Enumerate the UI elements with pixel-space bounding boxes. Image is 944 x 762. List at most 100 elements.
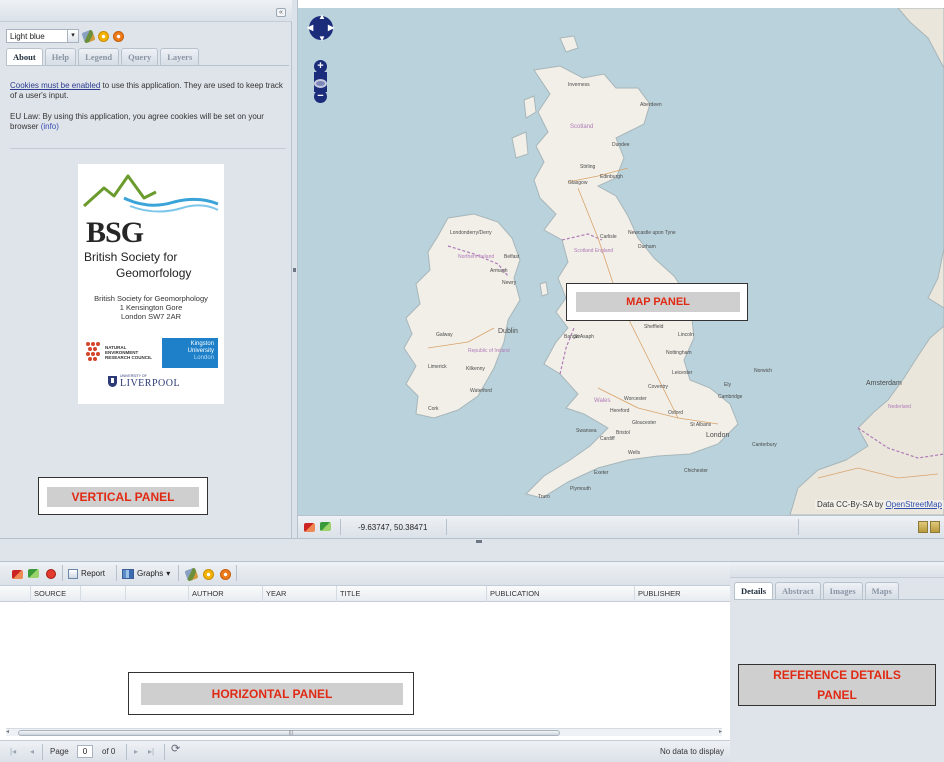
refresh-icon[interactable]	[28, 569, 39, 578]
nerc-logo: NATURAL ENVIRONMENT RESEARCH COUNCIL	[84, 339, 156, 365]
world-icon[interactable]	[320, 522, 331, 531]
bsg-wordmark: BSG	[86, 216, 144, 249]
scroll-left-icon[interactable]: ◂	[6, 729, 9, 736]
tab-query[interactable]: Query	[121, 48, 159, 65]
pan-down-icon[interactable]: ▼	[318, 35, 326, 43]
bsg-logo-block: BSG British Society for Geomorfology Bri…	[78, 164, 224, 404]
tool-icon[interactable]	[930, 521, 940, 533]
details-panel-header	[730, 562, 944, 578]
column-header-checkbox[interactable]	[0, 586, 30, 602]
place-label: Belfast	[504, 254, 520, 260]
bsg-name-line2: Geomorfology	[116, 266, 192, 280]
paint-icon[interactable]	[184, 567, 199, 582]
zoom-slider[interactable]	[314, 79, 327, 88]
place-label: Sheffield	[644, 324, 664, 330]
column-header-blank[interactable]	[125, 586, 188, 602]
tool-icon[interactable]	[918, 521, 928, 533]
chevron-down-icon: ▾	[166, 569, 171, 578]
chevron-down-icon[interactable]: ▾	[67, 29, 79, 43]
first-page-icon[interactable]: |◂	[10, 747, 16, 756]
measure-icon[interactable]	[304, 523, 315, 532]
paint-icon[interactable]	[81, 28, 96, 44]
horizontal-splitter[interactable]	[0, 538, 944, 562]
place-label: Wales	[594, 398, 611, 404]
pan-right-icon[interactable]: ▶	[328, 24, 334, 32]
place-label: Wells	[628, 450, 641, 456]
pagination-bar: |◂ ◂ Page 0 of 0 ▸ ▸| ⟳ No data to displ…	[0, 740, 730, 762]
place-label: Exeter	[594, 470, 609, 476]
place-label: Bristol	[616, 430, 630, 436]
page-number-input[interactable]: 0	[77, 745, 93, 758]
tab-details[interactable]: Details	[734, 582, 774, 599]
tab-about[interactable]: About	[6, 48, 43, 65]
page-count: of 0	[102, 747, 116, 756]
pan-up-icon[interactable]: ▲	[318, 13, 326, 21]
column-header-source[interactable]: SOURCE	[30, 586, 80, 602]
scroll-right-icon[interactable]: ▸	[719, 729, 722, 736]
column-header-author[interactable]: AUTHOR	[188, 586, 262, 602]
tab-abstract[interactable]: Abstract	[775, 582, 821, 599]
horizontal-scrollbar[interactable]: ◂ ||| ▸	[6, 728, 722, 736]
tab-help[interactable]: Help	[44, 48, 77, 65]
info-link[interactable]: (info)	[41, 122, 59, 131]
splitter-handle[interactable]	[293, 268, 296, 272]
place-label: Oxford	[668, 410, 684, 416]
map-style-select[interactable]: Light blue	[6, 29, 68, 43]
column-header-blank[interactable]	[80, 586, 125, 602]
tab-images[interactable]: Images	[822, 582, 863, 599]
place-label: Hereford	[610, 408, 630, 414]
label-line: PANEL	[817, 688, 857, 702]
vertical-panel-label-text: VERTICAL PANEL	[47, 487, 199, 507]
separator	[42, 744, 43, 760]
paging-status: No data to display	[659, 747, 724, 756]
zoom-out-icon[interactable]: −	[314, 90, 327, 103]
last-page-icon[interactable]: ▸|	[148, 747, 154, 756]
attribution-link[interactable]: OpenStreetMap	[886, 500, 942, 509]
column-header-year[interactable]: YEAR	[262, 586, 336, 602]
column-header-publisher[interactable]: PUBLISHER	[634, 586, 730, 602]
place-label: Inverness	[568, 82, 590, 88]
vertical-panel-label: VERTICAL PANEL	[38, 477, 208, 515]
next-page-icon[interactable]: ▸	[134, 747, 138, 756]
liverpool-name: LIVERPOOL	[120, 378, 181, 389]
place-label: Worcester	[624, 396, 647, 402]
place-label: Stirling	[580, 164, 596, 170]
prev-page-icon[interactable]: ◂	[30, 747, 34, 756]
stop-icon[interactable]	[46, 569, 56, 579]
yellow-circle-icon[interactable]	[98, 30, 109, 42]
place-label: Swansea	[576, 428, 597, 434]
place-label: Carlisle	[600, 234, 617, 240]
liverpool-logo: UNIVERSITY OF LIVERPOOL	[108, 374, 180, 389]
pan-left-icon[interactable]: ◀	[307, 24, 313, 32]
refresh-icon[interactable]: ⟳	[171, 744, 180, 755]
yellow-circle-icon[interactable]	[203, 569, 214, 580]
orange-circle-icon[interactable]	[220, 569, 231, 580]
tab-layers[interactable]: Layers	[160, 48, 200, 65]
address-line: British Society for Geomorphology	[94, 294, 208, 303]
splitter-handle[interactable]	[476, 540, 482, 543]
bsg-mountain-logo	[82, 174, 219, 213]
map-panel-label: MAP PANEL	[566, 283, 748, 321]
separator	[236, 565, 237, 581]
map-panel[interactable]: Inverness Aberdeen Scotland Dundee Stirl…	[298, 8, 944, 515]
collapse-left-icon[interactable]: «	[276, 8, 286, 17]
place-label: Galway	[436, 332, 453, 338]
orange-circle-icon[interactable]	[113, 30, 124, 42]
address-line: 1 Kensington Gore	[119, 303, 183, 312]
scrollbar-thumb[interactable]: |||	[18, 730, 560, 736]
cookies-link[interactable]: Cookies must be enabled	[10, 81, 100, 90]
divider	[10, 148, 286, 149]
place-label: Cardiff	[600, 436, 615, 442]
graph-icon	[122, 569, 134, 579]
tab-maps[interactable]: Maps	[864, 582, 899, 599]
separator	[446, 519, 447, 535]
graphs-button[interactable]: Graphs ▾	[122, 568, 170, 580]
tab-legend[interactable]: Legend	[78, 48, 120, 65]
measure-icon[interactable]	[12, 570, 23, 579]
vertical-panel-tabs: About Help Legend Query Layers	[6, 48, 200, 65]
column-header-publication[interactable]: PUBLICATION	[486, 586, 634, 602]
column-header-title[interactable]: TITLE	[336, 586, 486, 602]
report-label: Report	[81, 569, 106, 578]
report-button[interactable]: Report	[68, 568, 105, 580]
nerc-mark-icon	[86, 342, 100, 361]
